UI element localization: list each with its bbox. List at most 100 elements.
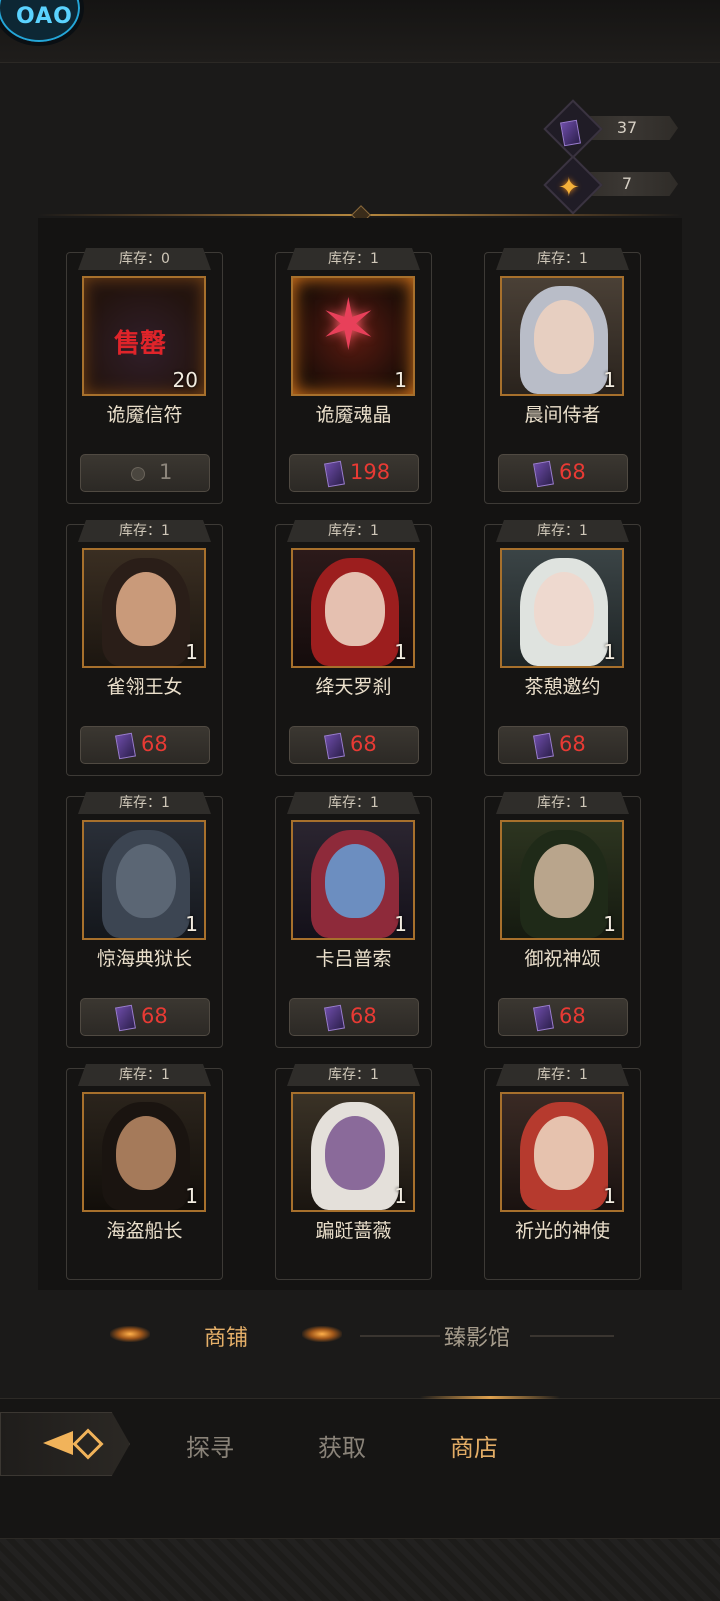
dark-card-art: 售罄 20 — [82, 276, 206, 396]
purple-card-icon — [533, 1004, 554, 1032]
buy-price-button[interactable]: 198 — [289, 454, 419, 492]
shop-item-card[interactable]: 库存：1 1 茶憩邀约 68 — [484, 520, 641, 776]
portrait-face — [325, 1116, 385, 1190]
item-quantity: 20 — [172, 368, 198, 392]
tab-shop[interactable]: 商铺 — [204, 1320, 248, 1352]
crystal-star-icon: ✶ — [319, 284, 378, 366]
back-arrow-icon — [43, 1431, 73, 1455]
price-value: 1 — [159, 460, 173, 484]
white-hair-elf-portrait: 1 — [500, 548, 624, 668]
price-value: 68 — [141, 732, 168, 756]
portrait-face — [534, 844, 594, 918]
item-name: 诡魇魂晶 — [315, 404, 392, 426]
blue-siren-portrait: 1 — [291, 820, 415, 940]
shop-item-grid: 库存：0 售罄 20 诡魇信符 1 库存：1 ✶ 1 诡魇魂晶 198 库存：1 1 晨间侍者 68 库存：… — [38, 218, 682, 1290]
buy-price-button[interactable]: 68 — [80, 998, 210, 1036]
item-quantity: 1 — [185, 912, 198, 936]
shop-item-card[interactable]: 库存：1 1 祈光的神使 — [484, 1064, 641, 1280]
portrait-face — [534, 572, 594, 646]
item-stock-label: 库存：1 — [496, 1064, 629, 1086]
portrait-face — [534, 300, 594, 374]
shop-item-panel: 库存：0 售罄 20 诡魇信符 1 库存：1 ✶ 1 诡魇魂晶 198 库存：1 1 晨间侍者 68 库存：… — [38, 218, 682, 1290]
shop-item-card[interactable]: 库存：1 1 绛天罗刹 68 — [275, 520, 432, 776]
item-quantity: 1 — [394, 368, 407, 392]
purple-card-icon — [115, 1004, 136, 1032]
buy-price-button[interactable]: 68 — [498, 726, 628, 764]
sold-out-label: 售罄 — [114, 329, 167, 359]
item-quantity: 1 — [603, 640, 616, 664]
item-name: 茶憩邀约 — [524, 676, 601, 698]
white-hair-dark-elf-portrait: 1 — [291, 1092, 415, 1212]
purple-card-icon — [324, 1004, 345, 1032]
buy-price-button[interactable]: 68 — [289, 726, 419, 764]
price-value: 68 — [559, 1004, 586, 1028]
price-value: 68 — [559, 732, 586, 756]
shop-tabs: 商铺 臻影馆 — [0, 1316, 720, 1356]
currency-star-value: 7 — [621, 174, 633, 193]
currency-card-value: 37 — [616, 118, 638, 137]
shop-item-card[interactable]: 库存：1 1 雀翎王女 68 — [66, 520, 223, 776]
red-hair-demon-portrait: 1 — [291, 548, 415, 668]
portrait-face — [116, 844, 176, 918]
purple-card-icon — [115, 732, 136, 760]
price-value: 68 — [350, 1004, 377, 1028]
back-button[interactable] — [0, 1412, 130, 1476]
item-quantity: 1 — [394, 640, 407, 664]
top-ornament-band — [0, 0, 720, 63]
item-stock-label: 库存：1 — [287, 1064, 420, 1086]
diamond-icon — [72, 1428, 104, 1460]
item-stock-label: 库存：1 — [496, 520, 629, 542]
nav-active-indicator — [420, 1396, 560, 1399]
item-quantity: 1 — [603, 1184, 616, 1208]
currency-card-display: 37 — [543, 99, 680, 159]
portrait-face — [116, 1116, 176, 1190]
shop-item-card[interactable]: 库存：1 ✶ 1 诡魇魂晶 198 — [275, 248, 432, 504]
app-logo-text: OAO — [16, 4, 73, 29]
shop-item-card[interactable]: 库存：0 售罄 20 诡魇信符 1 — [66, 248, 223, 504]
item-quantity: 1 — [394, 912, 407, 936]
item-stock-label: 库存：1 — [287, 520, 420, 542]
item-name: 御祝神颂 — [524, 948, 601, 970]
tab-gallery[interactable]: 臻影馆 — [444, 1320, 510, 1352]
veiled-princess-portrait: 1 — [82, 548, 206, 668]
horned-goddess-portrait: 1 — [500, 820, 624, 940]
nav-acquire[interactable]: 获取 — [318, 1428, 366, 1463]
price-value: 68 — [141, 1004, 168, 1028]
gold-star-icon: ✦ — [558, 173, 580, 203]
item-stock-label: 库存：0 — [78, 248, 211, 270]
buy-price-button[interactable]: 68 — [498, 454, 628, 492]
buy-price-button[interactable]: 68 — [80, 726, 210, 764]
nav-explore[interactable]: 探寻 — [186, 1428, 234, 1463]
buy-price-button[interactable]: 1 — [80, 454, 210, 492]
purple-card-icon — [533, 732, 554, 760]
silver-hair-elf-portrait: 1 — [500, 276, 624, 396]
item-quantity: 1 — [603, 912, 616, 936]
werewolf-portrait: 1 — [82, 820, 206, 940]
price-value: 198 — [350, 460, 391, 484]
item-name: 晨间侍者 — [524, 404, 601, 426]
tab-divider — [360, 1335, 440, 1337]
shop-item-card[interactable]: 库存：1 1 卡吕普索 68 — [275, 792, 432, 1048]
item-stock-label: 库存：1 — [78, 520, 211, 542]
portrait-face — [534, 1116, 594, 1190]
bottom-ornament-band — [0, 1538, 720, 1601]
item-stock-label: 库存：1 — [496, 248, 629, 270]
tab-glow-left-icon — [110, 1326, 150, 1342]
shop-item-card[interactable]: 库存：1 1 蹁跹蔷薇 — [275, 1064, 432, 1280]
purple-card-icon — [324, 732, 345, 760]
item-name: 蹁跹蔷薇 — [315, 1220, 392, 1242]
nav-store[interactable]: 商店 — [450, 1428, 498, 1463]
buy-price-button[interactable]: 68 — [289, 998, 419, 1036]
item-name: 诡魇信符 — [106, 404, 183, 426]
price-value: 68 — [350, 732, 377, 756]
buy-price-button[interactable]: 68 — [498, 998, 628, 1036]
item-quantity: 1 — [394, 1184, 407, 1208]
shop-item-card[interactable]: 库存：1 1 海盗船长 — [66, 1064, 223, 1280]
shop-item-card[interactable]: 库存：1 1 惊海典狱长 68 — [66, 792, 223, 1048]
tab-glow-right-icon — [302, 1326, 342, 1342]
shop-item-card[interactable]: 库存：1 1 御祝神颂 68 — [484, 792, 641, 1048]
purple-card-icon — [533, 460, 554, 488]
grey-coin-icon — [129, 465, 147, 483]
item-name: 绛天罗刹 — [315, 676, 392, 698]
shop-item-card[interactable]: 库存：1 1 晨间侍者 68 — [484, 248, 641, 504]
